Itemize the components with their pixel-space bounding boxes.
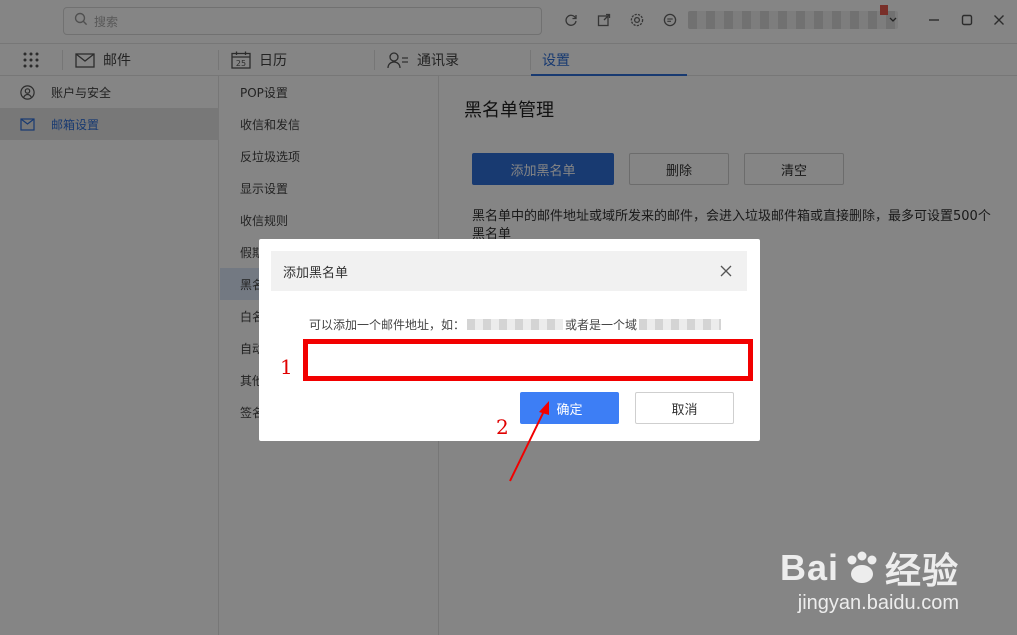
paw-icon — [847, 551, 877, 583]
arrow-pointer — [509, 401, 549, 482]
hint-middle: 或者是一个域 — [565, 318, 638, 332]
dialog-title: 添加黑名单 — [283, 265, 349, 281]
dialog-header: 添加黑名单 — [271, 251, 747, 291]
cancel-button[interactable]: 取消 — [635, 392, 734, 424]
baidu-jingyan-watermark: Bai 经验 jingyan.baidu.com — [780, 542, 959, 615]
step-1-marker: 1 — [280, 355, 293, 379]
close-icon[interactable] — [717, 262, 735, 280]
watermark-url: jingyan.baidu.com — [797, 592, 959, 614]
blurred-example-domain — [639, 319, 722, 330]
blurred-example-address — [467, 319, 564, 330]
hint-prefix: 可以添加一个邮件地址，如： — [309, 318, 466, 332]
watermark-logo-text: Bai — [779, 547, 839, 588]
dialog-hint: 可以添加一个邮件地址，如： 或者是一个域 — [309, 316, 722, 333]
highlight-box — [303, 339, 753, 381]
watermark-logo-cn: 经验 — [884, 550, 959, 591]
